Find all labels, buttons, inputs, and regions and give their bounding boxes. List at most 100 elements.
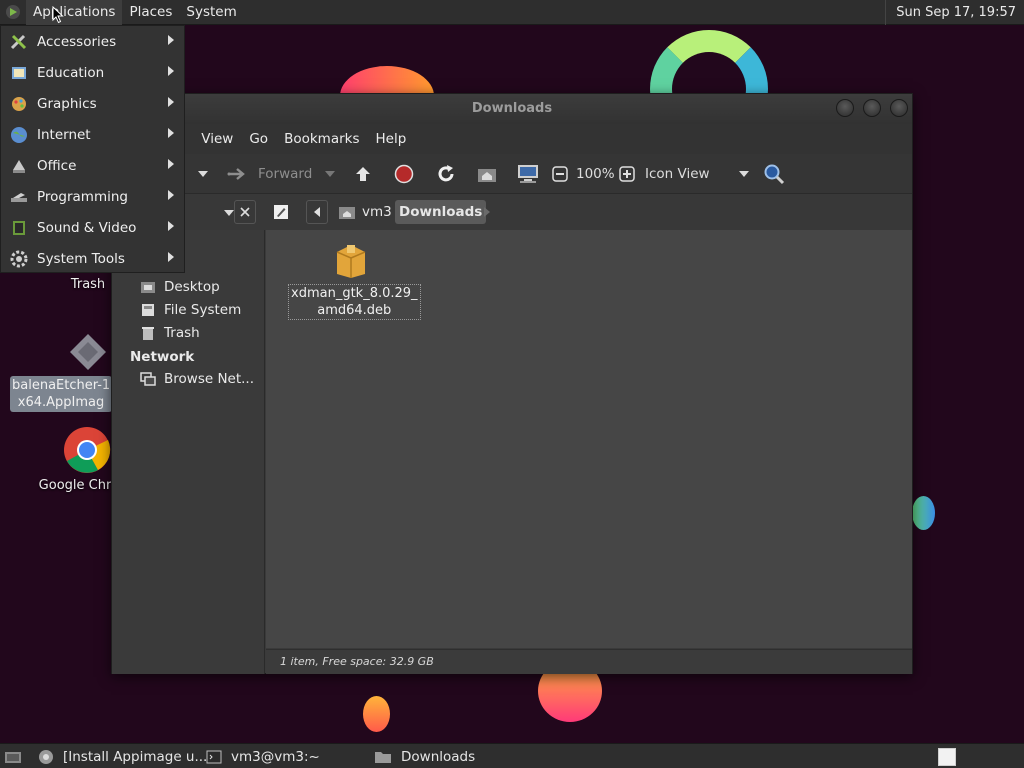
location-bar: vm3 Downloads [112, 194, 912, 230]
toolbar: Forward 100% Icon View [112, 154, 912, 194]
zoom-in-button[interactable] [619, 154, 635, 194]
stop-icon [394, 164, 414, 184]
menubar: t View Go Bookmarks Help [112, 124, 912, 154]
show-desktop-icon [5, 751, 21, 763]
zoom-out-icon [552, 166, 568, 182]
bottom-panel: [Install Appimage u... vm3@vm3:~ Downloa… [0, 743, 1024, 768]
sidebar-item-browse-network[interactable]: Browse Net... [140, 368, 254, 390]
computer-button[interactable] [516, 154, 540, 194]
desktop-folder-icon [141, 282, 155, 293]
chrome-icon [39, 749, 53, 764]
up-arrow-icon [356, 167, 370, 181]
stop-button[interactable] [394, 154, 414, 194]
menu-item-education[interactable]: Education [1, 57, 184, 88]
sidebar-item-desktop[interactable]: Desktop [140, 276, 220, 298]
dropdown-arrow-icon [224, 210, 234, 216]
distro-logo-icon[interactable] [0, 0, 26, 25]
wallpaper-blob [363, 696, 390, 732]
menu-item-internet[interactable]: Internet [1, 119, 184, 150]
window-title: Downloads [471, 101, 553, 116]
zoom-level[interactable]: 100% [576, 154, 615, 194]
menu-item-sound-video[interactable]: Sound & Video [1, 212, 184, 243]
drive-icon [142, 304, 154, 316]
submenu-arrow-icon [168, 159, 174, 169]
wallpaper-blob [912, 496, 935, 530]
reload-button[interactable] [435, 154, 457, 194]
mouse-cursor-icon [52, 6, 64, 24]
menu-item-system-tools[interactable]: System Tools [1, 243, 184, 274]
breadcrumb-downloads[interactable]: Downloads [395, 200, 487, 224]
taskbar-item-terminal[interactable]: vm3@vm3:~ [206, 744, 320, 768]
menu-item-graphics[interactable]: Graphics [1, 88, 184, 119]
forward-history-dropdown[interactable] [325, 154, 335, 194]
up-button[interactable] [353, 154, 373, 194]
menu-item-programming[interactable]: Programming [1, 181, 184, 212]
taskbar-item-chrome[interactable]: [Install Appimage u... [38, 744, 207, 768]
file-view[interactable]: xdman_gtk_8.0.29_ amd64.deb [266, 230, 912, 648]
home-button[interactable] [476, 154, 498, 194]
workspace-1[interactable] [938, 747, 956, 766]
close-sidebar-button[interactable] [234, 200, 256, 224]
menu-item-accessories[interactable]: Accessories [1, 26, 184, 57]
path-forward-arrow[interactable] [480, 200, 494, 224]
desktop-icon-google-chrome[interactable]: Google Chr [34, 426, 116, 493]
applications-menu[interactable]: Applications [26, 0, 123, 25]
desktop-icon-trash[interactable]: Trash [58, 277, 118, 292]
workspace-switcher[interactable] [938, 744, 956, 768]
file-item[interactable]: xdman_gtk_8.0.29_ amd64.deb [288, 242, 421, 320]
breadcrumb-vm3[interactable]: vm3 [334, 200, 396, 224]
forward-arrow-icon [227, 168, 245, 180]
submenu-arrow-icon [168, 190, 174, 200]
home-folder-icon [339, 207, 355, 219]
minimize-button[interactable] [836, 99, 854, 117]
window-titlebar[interactable]: Downloads [112, 94, 912, 124]
submenu-arrow-icon [168, 35, 174, 45]
folder-icon [375, 751, 391, 763]
close-button[interactable] [890, 99, 908, 117]
toggle-location-entry-button[interactable] [270, 200, 292, 224]
submenu-arrow-icon [168, 128, 174, 138]
status-text: 1 item, Free space: 32.9 GB [280, 655, 434, 668]
applications-dropdown: Accessories Education Graphics Internet … [0, 25, 185, 273]
forward-button[interactable]: Forward [226, 154, 312, 194]
submenu-arrow-icon [168, 97, 174, 107]
zoom-out-button[interactable] [552, 154, 568, 194]
edit-location-icon [274, 205, 288, 219]
status-bar: 1 item, Free space: 32.9 GB [266, 649, 912, 674]
view-mode-select[interactable]: Icon View [645, 154, 749, 194]
sidebar-item-trash[interactable]: Trash [140, 322, 200, 344]
desktop-icon-balenaetcher[interactable]: balenaEtcher-1. x64.AppImag [10, 332, 114, 412]
taskbar-item-downloads[interactable]: Downloads [374, 744, 475, 768]
dropdown-arrow-icon [739, 171, 749, 177]
chevron-right-icon [484, 207, 490, 217]
zoom-in-icon [619, 166, 635, 182]
menu-view[interactable]: View [193, 131, 241, 147]
office-icon [7, 154, 31, 178]
back-history-dropdown[interactable] [198, 154, 208, 194]
menu-bookmarks[interactable]: Bookmarks [276, 131, 367, 147]
chevron-left-icon [314, 207, 320, 217]
system-menu[interactable]: System [179, 0, 243, 25]
sidebar-item-file-system[interactable]: File System [140, 299, 241, 321]
dropdown-arrow-icon [198, 171, 208, 177]
graphics-icon [7, 92, 31, 116]
submenu-arrow-icon [168, 66, 174, 76]
menu-item-office[interactable]: Office [1, 150, 184, 181]
search-button[interactable] [763, 154, 785, 194]
chrome-icon [64, 427, 111, 473]
places-menu[interactable]: Places [122, 0, 179, 25]
maximize-button[interactable] [863, 99, 881, 117]
home-folder-icon [478, 169, 496, 182]
close-icon [240, 207, 250, 217]
menu-help[interactable]: Help [368, 131, 415, 147]
system-tools-icon [7, 247, 31, 271]
path-back-arrow[interactable] [306, 200, 328, 224]
menu-go[interactable]: Go [241, 131, 276, 147]
clock[interactable]: Sun Sep 17, 19:57 [885, 0, 1024, 25]
search-icon [764, 164, 785, 185]
reload-icon [438, 165, 454, 182]
top-panel: Applications Places System Sun Sep 17, 1… [0, 0, 1024, 25]
file-manager-window: Downloads t View Go Bookmarks Help Forwa… [111, 93, 913, 674]
show-desktop-button[interactable] [4, 744, 22, 768]
education-icon [7, 61, 31, 85]
